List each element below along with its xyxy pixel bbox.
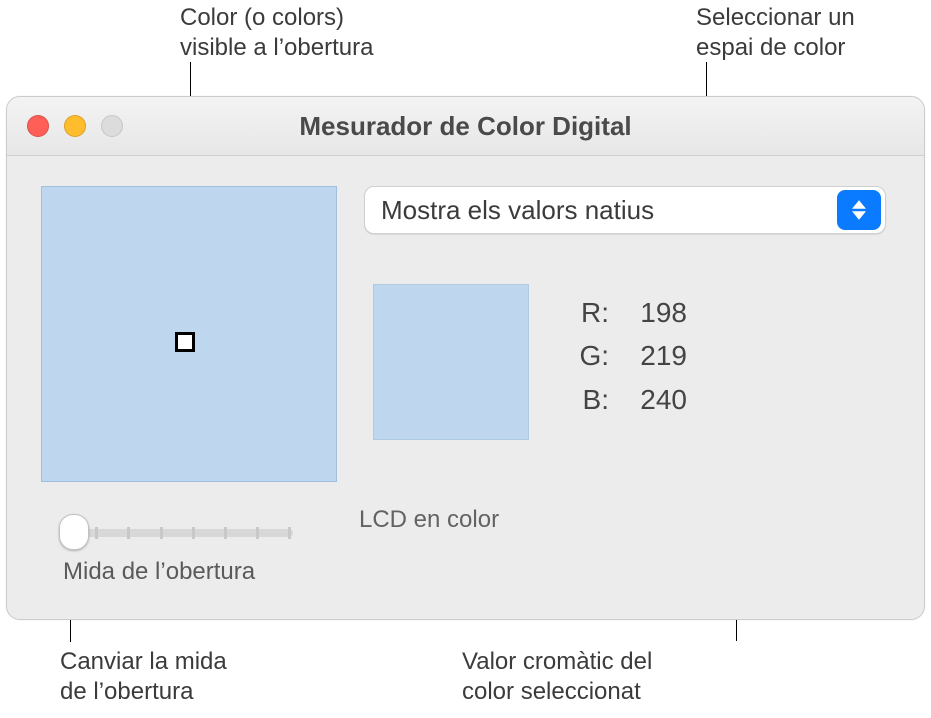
callout-color-space: Seleccionar un espai de color bbox=[696, 3, 855, 63]
callout-text: Valor cromàtic del color seleccionat bbox=[462, 648, 652, 705]
traffic-lights bbox=[27, 115, 123, 137]
display-name-label: LCD en color bbox=[359, 506, 499, 534]
aperture-size-slider[interactable] bbox=[63, 522, 293, 544]
color-space-selected-label: Mostra els valors natius bbox=[365, 195, 837, 226]
rgb-value-g: 219 bbox=[609, 334, 687, 377]
slider-tick bbox=[95, 527, 98, 539]
callout-aperture-preview: Color (o colors) visible a l’obertura bbox=[180, 3, 373, 63]
aperture-size-control: Mida de l’obertura bbox=[63, 522, 293, 586]
rgb-label-r: R: bbox=[567, 291, 609, 334]
callout-text: Color (o colors) visible a l’obertura bbox=[180, 4, 373, 61]
rgb-label-g: G: bbox=[567, 334, 609, 377]
color-swatch bbox=[373, 284, 529, 440]
window-close-button[interactable] bbox=[27, 115, 49, 137]
callout-text: Canviar la mida de l’obertura bbox=[60, 648, 227, 705]
slider-thumb[interactable] bbox=[59, 514, 89, 550]
aperture-preview bbox=[41, 186, 337, 482]
rgb-readout: R: 198 G: 219 B: 240 bbox=[567, 291, 687, 421]
titlebar: Mesurador de Color Digital bbox=[7, 97, 924, 156]
aperture-size-label: Mida de l’obertura bbox=[63, 558, 293, 586]
rgb-row-b: B: 240 bbox=[567, 378, 687, 421]
color-space-popup[interactable]: Mostra els valors natius bbox=[364, 186, 886, 234]
window-zoom-button-disabled bbox=[101, 115, 123, 137]
popup-arrows-icon bbox=[837, 190, 881, 230]
callout-text: Seleccionar un espai de color bbox=[696, 4, 855, 61]
rgb-row-r: R: 198 bbox=[567, 291, 687, 334]
callout-aperture-size: Canviar la mida de l’obertura bbox=[60, 647, 227, 707]
window-title: Mesurador de Color Digital bbox=[7, 111, 924, 142]
rgb-value-b: 240 bbox=[609, 378, 687, 421]
slider-tick bbox=[192, 527, 195, 539]
slider-tick bbox=[160, 527, 163, 539]
callout-rgb-readout: Valor cromàtic del color seleccionat bbox=[462, 647, 652, 707]
window-content: Mostra els valors natius R: 198 G: 219 B… bbox=[7, 156, 924, 619]
window-minimize-button[interactable] bbox=[64, 115, 86, 137]
rgb-row-g: G: 219 bbox=[567, 334, 687, 377]
aperture-marker bbox=[175, 332, 195, 352]
app-window: Mesurador de Color Digital Mostra els va… bbox=[6, 96, 925, 620]
rgb-value-r: 198 bbox=[609, 291, 687, 334]
slider-tick bbox=[288, 527, 291, 539]
slider-tick bbox=[256, 527, 259, 539]
slider-tick bbox=[127, 527, 130, 539]
rgb-label-b: B: bbox=[567, 378, 609, 421]
slider-tick bbox=[224, 527, 227, 539]
